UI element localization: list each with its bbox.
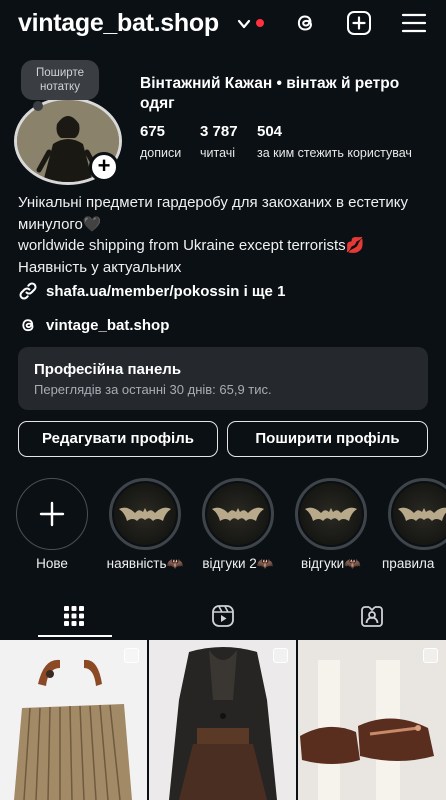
highlight-new[interactable]: Нове — [16, 478, 88, 571]
post-thumbnail[interactable] — [149, 640, 296, 800]
tab-tagged[interactable] — [298, 594, 446, 638]
dashboard-title: Професійна панель — [34, 361, 182, 378]
note-bubble[interactable]: Поширте нотатку — [21, 60, 99, 100]
add-story-button[interactable]: + — [89, 152, 119, 182]
chevron-down-icon[interactable] — [237, 17, 251, 31]
post-image-blouse — [149, 640, 296, 800]
bio-line: worldwide shipping from Ukraine except t… — [18, 237, 365, 254]
bat-icon — [398, 507, 446, 521]
threads-icon[interactable] — [292, 10, 318, 36]
stat-following-label: за ким стежить користувач — [257, 146, 412, 160]
highlight-availability[interactable]: наявність🦇 — [107, 478, 183, 571]
stat-followers-label: читачі — [200, 146, 236, 160]
bio-line: Наявність у актуальних — [18, 258, 182, 276]
multi-select-checkbox[interactable] — [423, 648, 438, 663]
threads-badge[interactable]: vintage_bat.shop — [18, 314, 169, 336]
create-post-icon[interactable] — [346, 10, 372, 36]
stat-posts-label: дописи — [140, 146, 182, 160]
stat-followers-value: 3 787 — [200, 123, 238, 140]
tab-reels[interactable] — [149, 594, 297, 638]
profile-full-name: Вінтажний Кажан • вінтаж й ретро одяг — [140, 75, 400, 112]
top-bar: vintage_bat.shop — [0, 0, 446, 50]
notification-dot — [256, 19, 264, 27]
stat-following-value: 504 — [257, 123, 283, 140]
highlight-reviews[interactable]: відгуки🦇 — [295, 478, 367, 571]
stat-following[interactable]: 504 за ким стежить користувач — [257, 123, 412, 160]
bat-icon — [119, 507, 171, 521]
stat-followers[interactable]: 3 787 читачі — [200, 123, 238, 160]
highlight-new-ring — [16, 478, 88, 550]
highlight-label: відгуки🦇 — [301, 556, 361, 571]
account-username[interactable]: vintage_bat.shop — [18, 9, 219, 38]
post-image-shoes — [298, 640, 446, 800]
stat-posts[interactable]: 675 дописи — [140, 123, 181, 160]
edit-profile-button[interactable]: Редагувати профіль — [18, 421, 218, 457]
post-thumbnail[interactable] — [0, 640, 147, 800]
threads-icon — [22, 319, 34, 332]
post-image-bag — [0, 640, 147, 800]
menu-icon[interactable] — [401, 10, 427, 36]
note-bubble-tail — [33, 101, 43, 111]
multi-select-checkbox[interactable] — [124, 648, 139, 663]
professional-dashboard[interactable]: Професійна панель Переглядів за останні … — [18, 347, 428, 410]
highlight-label: правила — [382, 556, 435, 571]
profile-tabs — [0, 594, 446, 638]
threads-handle: vintage_bat.shop — [46, 316, 170, 334]
post-thumbnail[interactable] — [298, 640, 446, 800]
bat-icon — [212, 507, 264, 521]
dashboard-subtitle: Переглядів за останні 30 днів: 65,9 тис. — [34, 382, 272, 397]
link-icon — [19, 282, 37, 300]
bio-line: Унікальні предмети гардеробу для закохан… — [18, 194, 408, 233]
active-tab-indicator — [38, 635, 112, 637]
profile-link[interactable]: shafa.ua/member/pokossin і ще 1 — [18, 280, 285, 302]
stat-posts-value: 675 — [140, 123, 166, 140]
profile-link-text: shafa.ua/member/pokossin і ще 1 — [46, 282, 286, 300]
bat-icon — [305, 507, 357, 521]
posts-grid — [0, 640, 446, 800]
highlight-reviews-2[interactable]: відгуки 2🦇 — [202, 478, 274, 571]
reels-icon — [212, 605, 234, 627]
highlight-rules[interactable]: правила — [382, 478, 446, 571]
tab-posts-grid[interactable] — [0, 594, 148, 638]
profile-bio: Унікальні предмети гардеробу для закохан… — [18, 192, 438, 278]
multi-select-checkbox[interactable] — [273, 648, 288, 663]
share-profile-button[interactable]: Поширити профіль — [227, 421, 428, 457]
grid-icon — [64, 606, 84, 626]
plus-icon — [39, 501, 65, 527]
tagged-icon — [361, 606, 383, 627]
